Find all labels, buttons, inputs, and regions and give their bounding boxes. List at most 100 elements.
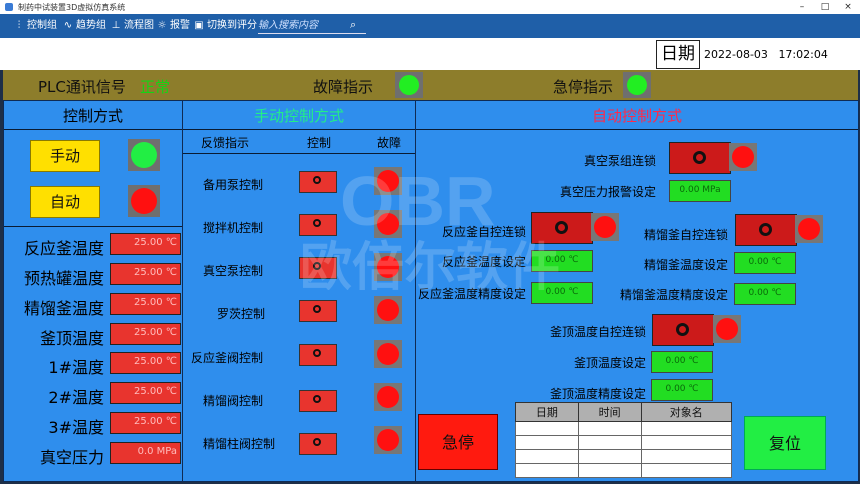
reactor-temp-input[interactable]: 0.00 ℃ (531, 250, 593, 272)
manual-control-toggle[interactable] (299, 257, 337, 279)
top-interlock-toggle[interactable] (652, 314, 714, 346)
log-column-date: 日期 (515, 402, 579, 422)
event-log-table: 日期 时间 对象名 (515, 402, 733, 478)
divider (183, 153, 415, 154)
reading-label: 2#温度 (48, 388, 104, 407)
reset-button[interactable]: 复位 (744, 416, 826, 470)
toolbar-trend-group[interactable]: ∿ 趋势组 (62, 19, 106, 33)
vacuum-interlock-led-frame (729, 143, 757, 171)
search-icon[interactable]: ⌕ (350, 18, 356, 32)
vacuum-interlock-toggle[interactable] (669, 142, 731, 174)
top-precision-label: 釜顶温度精度设定 (549, 387, 646, 401)
divider (4, 129, 182, 130)
maximize-button[interactable]: □ (814, 0, 836, 14)
fault-led-frame (374, 426, 402, 454)
manual-control-panel: 手动控制方式 反馈指示 控制 故障 备用泵控制 搅拌机控制 真空泵控制 罗茨控制… (182, 100, 416, 482)
toggle-indicator-icon (313, 438, 321, 446)
estop-indicator-led (627, 75, 647, 95)
top-temp-input[interactable]: 0.00 ℃ (651, 351, 713, 373)
rectifier-temp-input[interactable]: 0.00 ℃ (734, 252, 796, 274)
trend-icon: ∿ (63, 20, 73, 31)
table-row (515, 435, 733, 450)
plc-signal-value: 正常 (140, 78, 171, 96)
reactor-precision-label: 反应釜温度精度设定 (417, 287, 526, 301)
toolbar-control-group[interactable]: ⫶ 控制组 (13, 19, 57, 33)
auto-mode-button[interactable]: 自动 (30, 186, 100, 218)
manual-row-label: 精馏柱阀控制 (203, 437, 276, 451)
top-interlock-label: 釜顶温度自控连锁 (549, 325, 646, 339)
date-time-display: 2022-08-03 17:02:04 (704, 40, 854, 69)
manual-control-toggle[interactable] (299, 390, 337, 412)
manual-mode-button[interactable]: 手动 (30, 140, 100, 172)
manual-row-label: 罗茨控制 (217, 307, 266, 321)
reactor-interlock-toggle[interactable] (531, 212, 593, 244)
table-row (515, 463, 733, 478)
fault-led (377, 256, 399, 278)
reading-value: 25.00 ℃ (110, 293, 181, 315)
toolbar: ⫶ 控制组 ∿ 趋势组 ⊥ 流程图 ☼ 报警 ▣ 切换到评分 输入搜索内容 ⌕ (0, 14, 860, 38)
manual-row-label: 真空泵控制 (203, 264, 264, 278)
rectifier-interlock-led-frame (795, 215, 823, 243)
toggle-indicator-icon (313, 219, 321, 227)
window-title: 制药中试装置3D虚拟仿真系统 (18, 3, 126, 12)
log-column-time: 时间 (577, 402, 642, 422)
toggle-indicator-icon (313, 305, 321, 313)
vacuum-interlock-led (732, 146, 754, 168)
table-row (515, 421, 733, 436)
toggle-indicator-icon (555, 221, 568, 234)
fault-led-frame (374, 340, 402, 368)
control-mode-panel: 控制方式 手动 自动 反应釜温度 25.00 ℃ 预热罐温度 25.00 ℃ 精… (3, 100, 183, 482)
toggle-indicator-icon (313, 262, 321, 270)
toolbar-alarm[interactable]: ☼ 报警 (156, 19, 190, 33)
fault-indicator-led (399, 75, 419, 95)
vacuum-alarm-input[interactable]: 0.00 MPa (669, 180, 731, 202)
reading-label: 精馏釜温度 (23, 299, 104, 318)
toggle-indicator-icon (693, 151, 706, 164)
column-control: 控制 (307, 136, 332, 150)
top-interlock-led (716, 318, 738, 340)
manual-control-toggle[interactable] (299, 171, 337, 193)
divider (4, 226, 182, 227)
rectifier-precision-input[interactable]: 0.00 ℃ (734, 283, 796, 305)
manual-control-toggle[interactable] (299, 433, 337, 455)
toggle-indicator-icon (676, 323, 689, 336)
minimize-button[interactable]: – (791, 0, 813, 14)
top-precision-input[interactable]: 0.00 ℃ (651, 379, 713, 401)
reading-value: 25.00 ℃ (110, 323, 181, 345)
date-label: 日期 (656, 40, 700, 69)
column-feedback: 反馈指示 (201, 136, 250, 150)
fault-led (377, 386, 399, 408)
rectifier-temp-label: 精馏釜温度设定 (643, 258, 728, 272)
estop-led-frame (623, 72, 651, 98)
toggle-indicator-icon (313, 176, 321, 184)
rectifier-interlock-led (798, 218, 820, 240)
auto-mode-title: 自动控制方式 (591, 107, 682, 125)
window-titlebar: 制药中试装置3D虚拟仿真系统 – □ × (0, 0, 860, 14)
fault-led (377, 429, 399, 451)
manual-control-toggle[interactable] (299, 344, 337, 366)
toggle-indicator-icon (759, 223, 772, 236)
plc-signal-label: PLC通讯信号 (38, 78, 126, 96)
reactor-precision-input[interactable]: 0.00 ℃ (531, 282, 593, 304)
app-icon (5, 3, 13, 11)
toggle-indicator-icon (313, 349, 321, 357)
manual-control-toggle[interactable] (299, 300, 337, 322)
reactor-interlock-led (594, 216, 616, 238)
manual-control-toggle[interactable] (299, 214, 337, 236)
emergency-stop-button[interactable]: 急停 (418, 414, 498, 470)
date-value: 2022-08-03 (704, 48, 768, 61)
manual-led-frame (128, 139, 160, 171)
toolbar-flowchart[interactable]: ⊥ 流程图 (110, 19, 154, 33)
toolbar-switch-score[interactable]: ▣ 切换到评分 (193, 19, 257, 33)
reading-label: 预热罐温度 (23, 269, 104, 288)
manual-mode-led (131, 142, 157, 168)
fault-led (377, 343, 399, 365)
close-button[interactable]: × (837, 0, 859, 14)
rectifier-interlock-toggle[interactable] (735, 214, 797, 246)
fault-led-frame (374, 253, 402, 281)
reading-label: 3#温度 (48, 418, 104, 437)
fault-indicator-label: 故障指示 (313, 78, 374, 96)
fault-led-frame (374, 167, 402, 195)
reading-label: 真空压力 (39, 448, 104, 467)
reading-label: 反应釜温度 (23, 239, 104, 258)
